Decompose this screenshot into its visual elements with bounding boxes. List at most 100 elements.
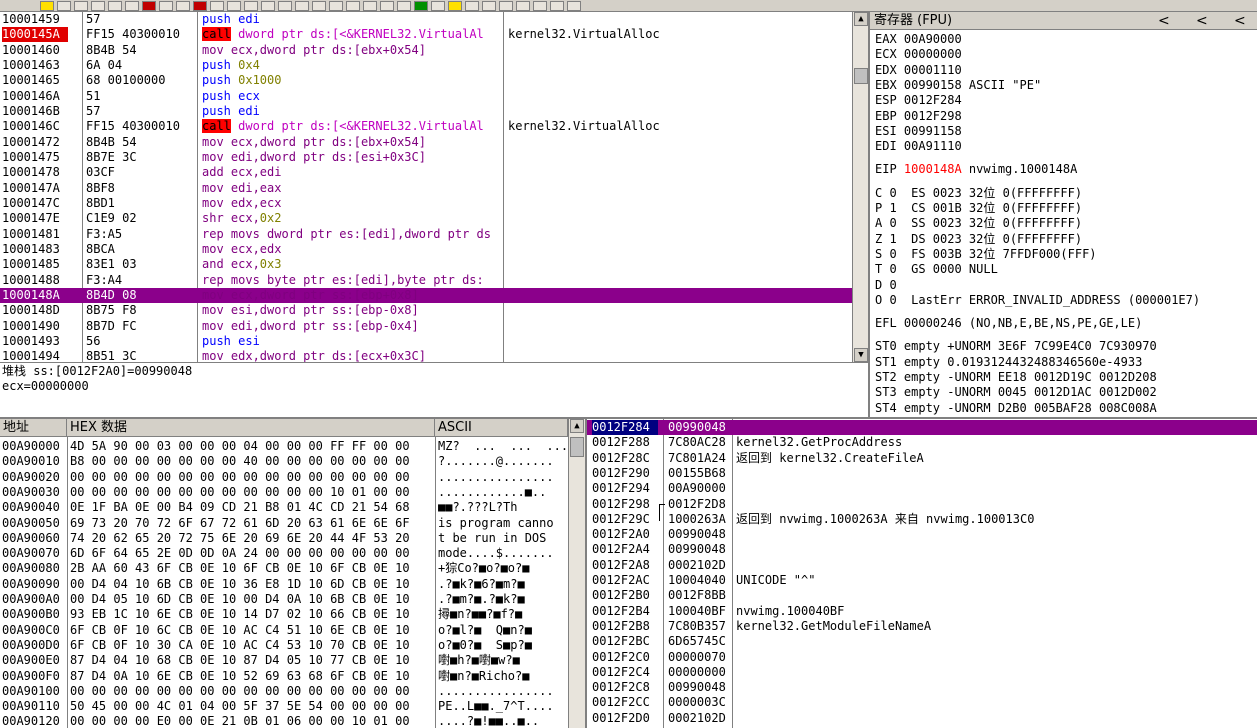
stack-row[interactable]: 0012F2A8 0002102D: [587, 558, 1257, 573]
column-header-address[interactable]: 地址: [0, 419, 67, 437]
disasm-row[interactable]: 1000146B 57 push edi: [0, 104, 852, 119]
disassembly-pane[interactable]: 10001459 57 push edi 1000145A FF15 40300010 c…: [0, 12, 852, 362]
stack-row[interactable]: 0012F2B8 7C80B357 kernel32.GetModuleFileNa…: [587, 619, 1257, 634]
disasm-row[interactable]: 10001465 68 00100000 push 0x1000: [0, 73, 852, 88]
nav-arrow-icon[interactable]: <: [1158, 12, 1170, 30]
stack-row[interactable]: 0012F294 00A90000: [587, 481, 1257, 496]
toolbar-button[interactable]: button: [550, 1, 564, 11]
register-line[interactable]: EDX 00001110: [875, 63, 962, 78]
flag-segment-line[interactable]: T 0 GS 0000 NULL: [875, 262, 998, 277]
stack-row[interactable]: 0012F2B0 0012F8BB: [587, 588, 1257, 603]
disasm-row[interactable]: 10001481 F3:A5 rep movs dword ptr es:[edi]…: [0, 227, 852, 242]
stack-row[interactable]: 0012F2A0 00990048: [587, 527, 1257, 542]
disasm-row[interactable]: 10001490 8B7D FC mov edi,dword ptr ss:[ebp…: [0, 319, 852, 334]
flag-segment-line[interactable]: C 0 ES 0023 32位 0(FFFFFFFF): [875, 186, 1082, 201]
dump-row[interactable]: 00A90000 4D 5A 90 00 03 00 00 00 04 00 00…: [0, 439, 568, 454]
toolbar-button[interactable]: button: [346, 1, 360, 11]
disasm-row[interactable]: 1000146C FF15 40300010 call dword ptr ds:[…: [0, 119, 852, 134]
flag-segment-line[interactable]: S 0 FS 003B 32位 7FFDF000(FFF): [875, 247, 1097, 262]
toolbar-button[interactable]: button: [448, 1, 462, 11]
register-line[interactable]: ESP 0012F284: [875, 93, 962, 108]
toolbar-button[interactable]: button: [244, 1, 258, 11]
dump-row[interactable]: 00A900D0 6F CB 0F 10 30 CA 0E 10 AC C4 53…: [0, 638, 568, 653]
stack-row[interactable]: 0012F284 00990048: [587, 420, 1257, 436]
flag-segment-line[interactable]: P 1 CS 001B 32位 0(FFFFFFFF): [875, 201, 1082, 216]
flag-segment-line[interactable]: Z 1 DS 0023 32位 0(FFFFFFFF): [875, 232, 1082, 247]
toolbar-button[interactable]: button: [142, 1, 156, 11]
stack-row[interactable]: 0012F2C0 00000070: [587, 650, 1257, 665]
dump-row[interactable]: 00A90020 00 00 00 00 00 00 00 00 00 00 00…: [0, 470, 568, 485]
toolbar-button[interactable]: button: [482, 1, 496, 11]
fpu-register-line[interactable]: ST4 empty -UNORM D2B0 005BAF28 008C008A: [875, 401, 1157, 416]
disasm-row[interactable]: 10001494 8B51 3C mov edx,dword ptr ds:[ecx…: [0, 349, 852, 362]
dump-row[interactable]: 00A90080 2B AA 60 43 6F CB 0E 10 6F CB 0E…: [0, 561, 568, 576]
scroll-thumb[interactable]: [854, 68, 868, 84]
register-line[interactable]: ECX 00000000: [875, 47, 962, 62]
scroll-thumb[interactable]: [570, 437, 584, 457]
toolbar-button[interactable]: button: [40, 1, 54, 11]
dump-row[interactable]: 00A900E0 87 D4 04 10 68 CB 0E 10 87 D4 05…: [0, 653, 568, 668]
toolbar-button[interactable]: button: [380, 1, 394, 11]
stack-row[interactable]: 0012F2C8 00990048: [587, 680, 1257, 695]
dump-row[interactable]: 00A90070 6D 6F 64 65 2E 0D 0D 0A 24 00 00…: [0, 546, 568, 561]
stack-row[interactable]: 0012F298 0012F2D8: [587, 497, 1257, 512]
disasm-row[interactable]: 10001488 F3:A4 rep movs byte ptr es:[edi],…: [0, 273, 852, 288]
register-line[interactable]: EBX 00990158 ASCII "PE": [875, 78, 1041, 93]
register-efl[interactable]: EFL 00000246 (NO,NB,E,BE,NS,PE,GE,LE): [875, 316, 1142, 331]
toolbar-button[interactable]: button: [363, 1, 377, 11]
stack-row[interactable]: 0012F2B4 100040BF nvwimg.100040BF: [587, 604, 1257, 619]
stack-row[interactable]: 0012F28C 7C801A24 返回到 kernel32.CreateFileA: [587, 451, 1257, 466]
toolbar-button[interactable]: button: [329, 1, 343, 11]
disasm-row[interactable]: 1000147E C1E9 02 shr ecx,0x2: [0, 211, 852, 226]
toolbar-button[interactable]: button: [125, 1, 139, 11]
disasm-row[interactable]: 1000147C 8BD1 mov edx,ecx: [0, 196, 852, 211]
toolbar-button[interactable]: button: [431, 1, 445, 11]
register-line[interactable]: EBP 0012F298: [875, 109, 962, 124]
toolbar-button[interactable]: button: [91, 1, 105, 11]
dump-row[interactable]: 00A90030 00 00 00 00 00 00 00 00 00 00 00…: [0, 485, 568, 500]
disasm-row[interactable]: 10001459 57 push edi: [0, 12, 852, 27]
flag-segment-line[interactable]: O 0 LastErr ERROR_INVALID_ADDRESS (00000…: [875, 293, 1200, 308]
stack-row[interactable]: 0012F2AC 10004040 UNICODE "^": [587, 573, 1257, 588]
column-header-hex[interactable]: HEX 数据: [67, 419, 435, 437]
disasm-row[interactable]: 1000148A 8B4D 08 mov ecx,dword ptr ss:[ebp…: [0, 287, 852, 304]
toolbar-button[interactable]: button: [108, 1, 122, 11]
dump-row[interactable]: 00A900B0 93 EB 1C 10 6E CB 0E 10 14 D7 02…: [0, 607, 568, 622]
disasm-row[interactable]: 1000145A FF15 40300010 call dword ptr ds:[…: [0, 27, 852, 43]
column-header-ascii[interactable]: ASCII: [435, 419, 568, 437]
register-line[interactable]: ESI 00991158: [875, 124, 962, 139]
toolbar-button[interactable]: button: [516, 1, 530, 11]
disasm-row[interactable]: 10001460 8B4B 54 mov ecx,dword ptr ds:[ebx…: [0, 43, 852, 58]
fpu-register-line[interactable]: ST3 empty -UNORM 0045 0012D1AC 0012D002: [875, 385, 1157, 400]
scroll-up-arrow-icon[interactable]: ▲: [570, 419, 584, 433]
disasm-row[interactable]: 10001493 56 push esi: [0, 334, 852, 349]
toolbar-button[interactable]: button: [193, 1, 207, 11]
nav-arrow-icon[interactable]: <: [1234, 12, 1246, 30]
register-line[interactable]: EDI 00A91110: [875, 139, 962, 154]
dump-row[interactable]: 00A900A0 00 D4 05 10 6D CB 0E 10 00 D4 0A…: [0, 592, 568, 607]
dump-row[interactable]: 00A90060 74 20 62 65 20 72 75 6E 20 69 6E…: [0, 531, 568, 546]
disasm-row[interactable]: 10001485 83E1 03 and ecx,0x3: [0, 257, 852, 272]
toolbar-button[interactable]: button: [414, 1, 428, 11]
disasm-row[interactable]: 10001478 03CF add ecx,edi: [0, 165, 852, 180]
register-line[interactable]: EAX 00A90000: [875, 32, 962, 47]
dump-row[interactable]: 00A90110 50 45 00 00 4C 01 04 00 5F 37 5E…: [0, 699, 568, 714]
scroll-down-arrow-icon[interactable]: ▼: [854, 348, 868, 362]
toolbar-button[interactable]: button: [499, 1, 513, 11]
register-eip[interactable]: EIP 1000148A nvwimg.1000148A: [875, 162, 1077, 177]
toolbar-button[interactable]: button: [278, 1, 292, 11]
stack-row[interactable]: 0012F2CC 0000003C: [587, 695, 1257, 710]
toolbar-button[interactable]: button: [176, 1, 190, 11]
toolbar-button[interactable]: button: [567, 1, 581, 11]
toolbar-button[interactable]: button: [312, 1, 326, 11]
flag-segment-line[interactable]: D 0: [875, 278, 897, 293]
dump-row[interactable]: 00A90050 69 73 20 70 72 6F 67 72 61 6D 20…: [0, 516, 568, 531]
stack-row[interactable]: 0012F2BC 6D65745C: [587, 634, 1257, 649]
disasm-row[interactable]: 10001472 8B4B 54 mov ecx,dword ptr ds:[ebx…: [0, 135, 852, 150]
dump-row[interactable]: 00A90120 00 00 00 00 E0 00 0E 21 0B 01 06…: [0, 714, 568, 728]
toolbar-button[interactable]: button: [74, 1, 88, 11]
toolbar-button[interactable]: button: [261, 1, 275, 11]
toolbar-button[interactable]: button: [227, 1, 241, 11]
dump-row[interactable]: 00A90040 0E 1F BA 0E 00 B4 09 CD 21 B8 01…: [0, 500, 568, 515]
stack-row[interactable]: 0012F29C 1000263A 返回到 nvwimg.1000263A 来自 n…: [587, 512, 1257, 527]
